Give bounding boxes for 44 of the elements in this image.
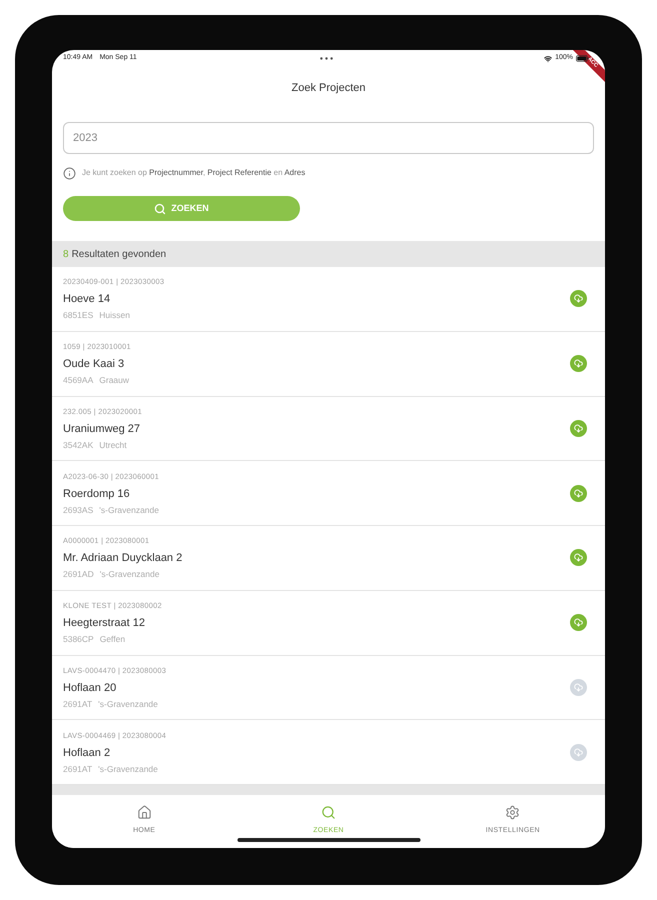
project-address: Roerdomp 16 [63,486,130,501]
battery-icon [576,55,589,62]
cloud-download-icon[interactable] [570,484,587,502]
project-city: 's-Gravenzande [99,504,159,516]
search-icon [154,202,166,214]
project-address: Hoflaan 20 [63,680,116,695]
cloud-download-icon[interactable] [570,355,587,372]
wifi-icon [544,54,552,62]
project-postcode: 2691AT [63,698,92,710]
project-address: Heegterstraat 12 [63,616,145,630]
info-icon [63,166,76,180]
project-city: 's-Gravenzande [98,762,158,775]
project-address: Hoflaan 2 [63,746,110,760]
search-icon [320,805,336,820]
project-city: Geffen [100,633,126,646]
search-hint: Je kunt zoeken op Projectnummer, Project Referentie en Adres [82,167,306,179]
cloud-download-icon[interactable] [570,549,587,566]
project-address: Uraniumweg 27 [63,422,140,436]
project-address: Mr. Adriaan Duycklaan 2 [63,551,182,566]
settings-icon [505,805,520,820]
project-city: 's-Gravenzande [98,698,158,710]
project-city: Utrecht [99,438,127,451]
project-postcode: 5386CP [63,633,94,646]
cloud-download-icon[interactable] [570,290,587,308]
cloud-download-icon[interactable] [570,614,587,632]
project-city: 's-Gravenzande [100,568,160,580]
project-postcode: 4569AA [63,374,94,386]
page-title: Zoek Projecten [292,81,366,96]
project-postcode: 3542AK [63,438,94,451]
results-count: 8 [63,248,69,262]
cloud-download-icon[interactable] [570,420,587,437]
more-dots-icon[interactable] [320,57,332,60]
project-city: Huissen [99,309,130,322]
project-postcode: 6851ES [63,309,94,322]
project-postcode: 2691AD [63,568,94,580]
project-postcode: 2693AS [63,504,94,516]
home-icon [136,805,152,820]
project-postcode: 2691AT [63,762,92,775]
results-label: Resultaten gevonden [72,248,166,262]
project-address: Oude Kaai 3 [63,357,124,372]
project-city: Graauw [99,374,130,386]
cloud-download-icon[interactable] [570,744,587,761]
project-address: Hoeve 14 [63,292,110,306]
cloud-download-icon[interactable] [570,678,587,696]
